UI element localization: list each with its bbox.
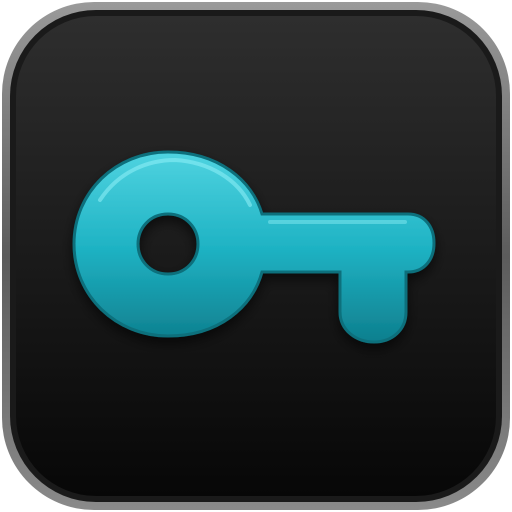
app-icon-graphic bbox=[2, 2, 510, 510]
app-icon[interactable] bbox=[0, 0, 512, 512]
